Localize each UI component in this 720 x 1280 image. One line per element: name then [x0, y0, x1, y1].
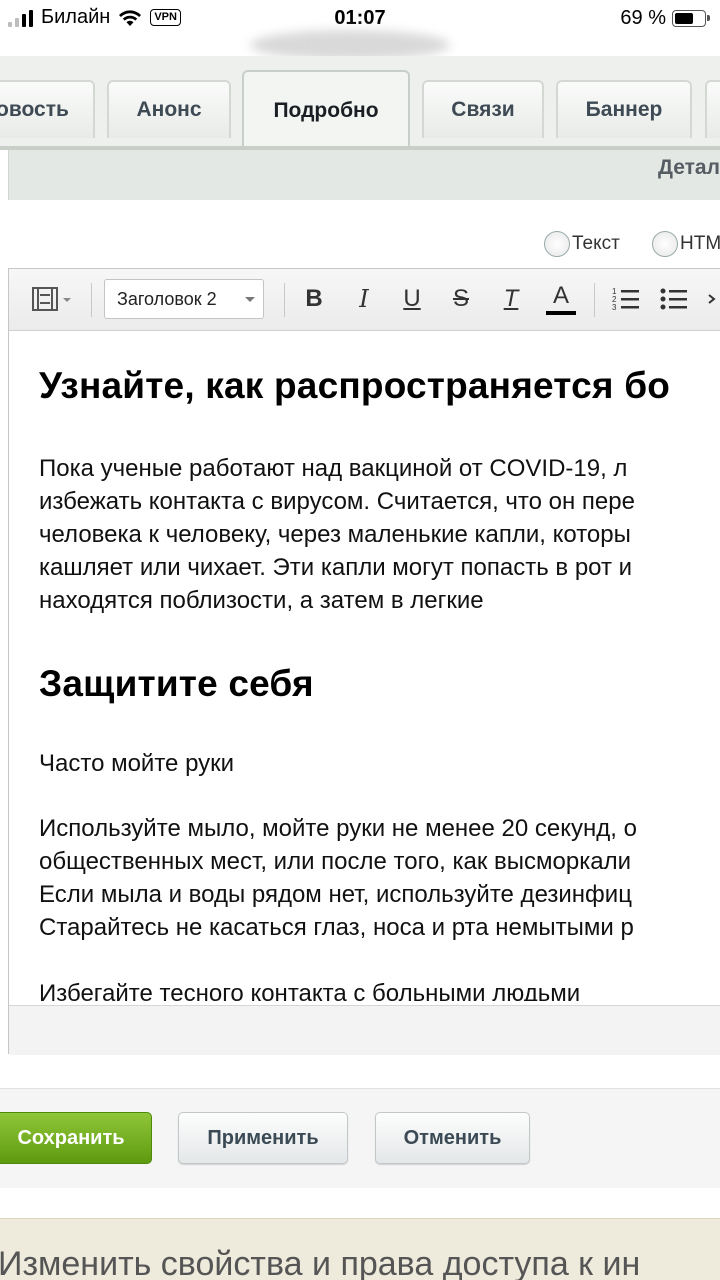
bold-button[interactable]: B	[299, 281, 329, 317]
radio-button[interactable]	[544, 231, 570, 257]
paragraph-line: находятся поблизости, а затем в легкие	[39, 587, 484, 614]
cancel-button[interactable]: Отменить	[375, 1112, 530, 1164]
paragraph-line: Если мыла и воды рядом нет, используйте …	[39, 881, 632, 908]
source-mode-button[interactable]	[27, 281, 77, 317]
paragraph-line: Используйте мыло, мойте руки не менее 20…	[39, 815, 637, 842]
paragraph-line: Старайтесь не касаться глаз, носа и рта …	[39, 914, 634, 941]
indent-icon	[708, 294, 716, 304]
chevron-down-icon	[245, 297, 255, 302]
section-header	[8, 150, 720, 200]
tab-more[interactable]	[705, 80, 720, 138]
tab-links[interactable]: Связи	[422, 80, 544, 138]
paragraph-line: избежать контакта с вирусом. Считается, …	[39, 488, 635, 515]
save-button[interactable]: Сохранить	[0, 1112, 152, 1164]
font-color-button[interactable]: A	[546, 281, 576, 315]
ordered-list-button[interactable]: 1 2 3	[609, 281, 643, 317]
battery-percent: 69 %	[620, 7, 666, 29]
tab-details[interactable]: Подробно	[242, 70, 410, 150]
editor-content[interactable]: Узнайте, как распространяется бо Пока уч…	[9, 333, 720, 1001]
underline-button[interactable]: U	[397, 281, 427, 317]
toolbar-separator	[284, 283, 285, 317]
section-title: Детал	[658, 156, 720, 179]
content-heading: Узнайте, как распространяется бо	[39, 365, 671, 406]
paragraph-line: человека к человеку, через маленькие кап…	[39, 521, 631, 548]
radio-text-label: Текст	[572, 233, 620, 254]
tab-announce[interactable]: Анонс	[107, 80, 231, 138]
editor-statusbar	[9, 1005, 720, 1055]
paragraph-line: Часто мойте руки	[39, 750, 235, 777]
spacer	[0, 1188, 720, 1218]
radio-html-label: HTM	[680, 233, 720, 254]
strike-button[interactable]: S	[446, 281, 476, 317]
numbered-list-icon: 1 2 3	[612, 287, 639, 312]
clock: 01:07	[334, 7, 386, 29]
editor-toolbar: Заголовок 2 B I U S T A 1 2 3	[9, 269, 720, 331]
paragraph-line: Избегайте тесного контакта с больными лю…	[39, 980, 581, 1001]
permissions-link-bar[interactable]: Изменить свойства и права доступа к ин	[0, 1218, 720, 1280]
paragraph-line: общественных мест, или после того, как в…	[39, 848, 632, 875]
paragraph-line: Пока ученые работают над вакциной от COV…	[39, 455, 628, 482]
toolbar-separator	[91, 283, 92, 317]
permissions-link[interactable]: Изменить свойства и права доступа к ин	[0, 1245, 640, 1280]
status-right: 69 %	[620, 7, 710, 30]
radio-text[interactable]: Текст	[544, 228, 620, 260]
content-heading: Защитите себя	[39, 663, 314, 704]
apply-button[interactable]: Применить	[178, 1112, 348, 1164]
italic-button[interactable]: I	[349, 281, 379, 317]
tab-news[interactable]: овость	[0, 80, 95, 138]
paragraph-style-select[interactable]: Заголовок 2	[104, 279, 264, 319]
radio-button[interactable]	[652, 231, 678, 257]
svg-text:3: 3	[612, 303, 617, 312]
paragraph-line: кашляет или чихает. Эти капли могут попа…	[39, 554, 633, 581]
film-icon	[32, 287, 71, 311]
paragraph-style-value: Заголовок 2	[117, 288, 217, 309]
indent-button[interactable]	[705, 281, 720, 317]
tab-banner[interactable]: Баннер	[556, 80, 692, 138]
clear-format-button[interactable]: T	[496, 281, 526, 317]
battery-icon	[672, 10, 710, 27]
bullet-list-icon	[660, 288, 687, 310]
radio-html[interactable]: HTM	[652, 228, 720, 260]
toolbar-separator	[594, 283, 595, 317]
bullet-list-button[interactable]	[657, 281, 691, 317]
rich-text-editor: Заголовок 2 B I U S T A 1 2 3 Узнайте, к…	[8, 268, 720, 1055]
